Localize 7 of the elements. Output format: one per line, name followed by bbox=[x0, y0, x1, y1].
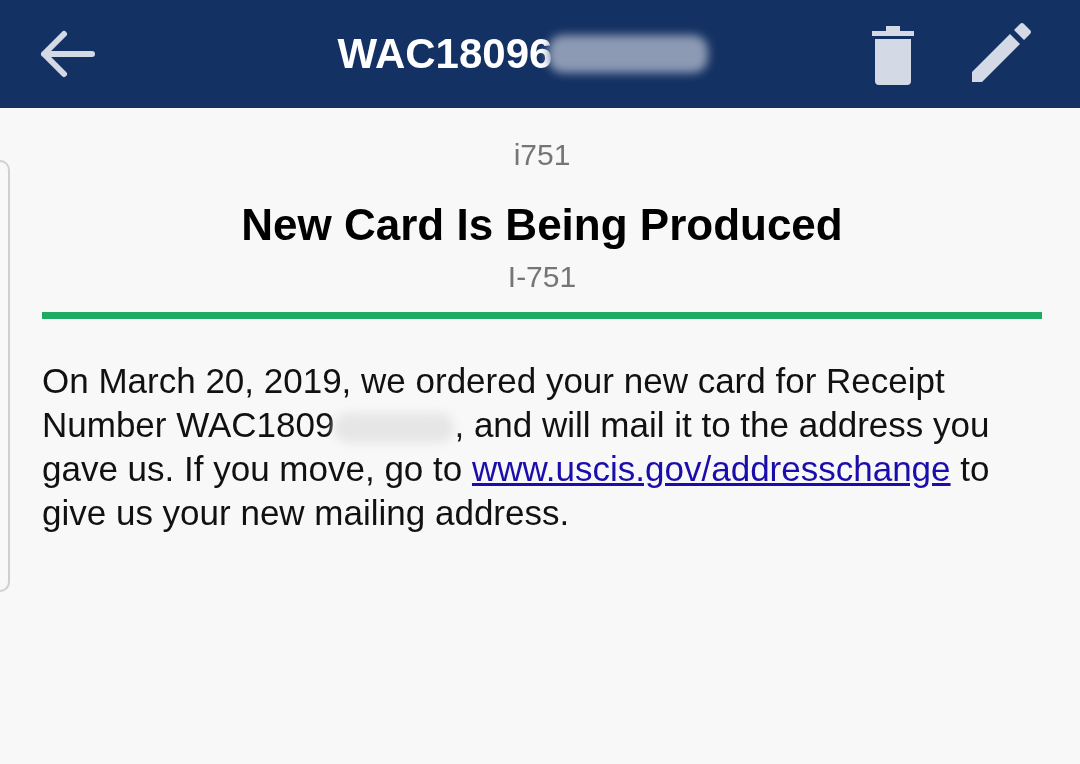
status-title: New Card Is Being Produced bbox=[240, 200, 844, 250]
trash-icon[interactable] bbox=[870, 23, 916, 85]
form-code: i751 bbox=[512, 138, 572, 172]
address-change-link[interactable]: www.uscis.gov/addresschange bbox=[471, 449, 951, 488]
form-name: I-751 bbox=[506, 260, 578, 294]
status-message: On March 20, 2019, we ordered your new card for Receipt Number WAC1809 , and will mail it to the address you gave us. If you move, go to www.uscis.gov/addresschange to give us your new mailing address. bbox=[42, 360, 991, 534]
receipt-number-title: WAC18096 bbox=[337, 30, 553, 78]
